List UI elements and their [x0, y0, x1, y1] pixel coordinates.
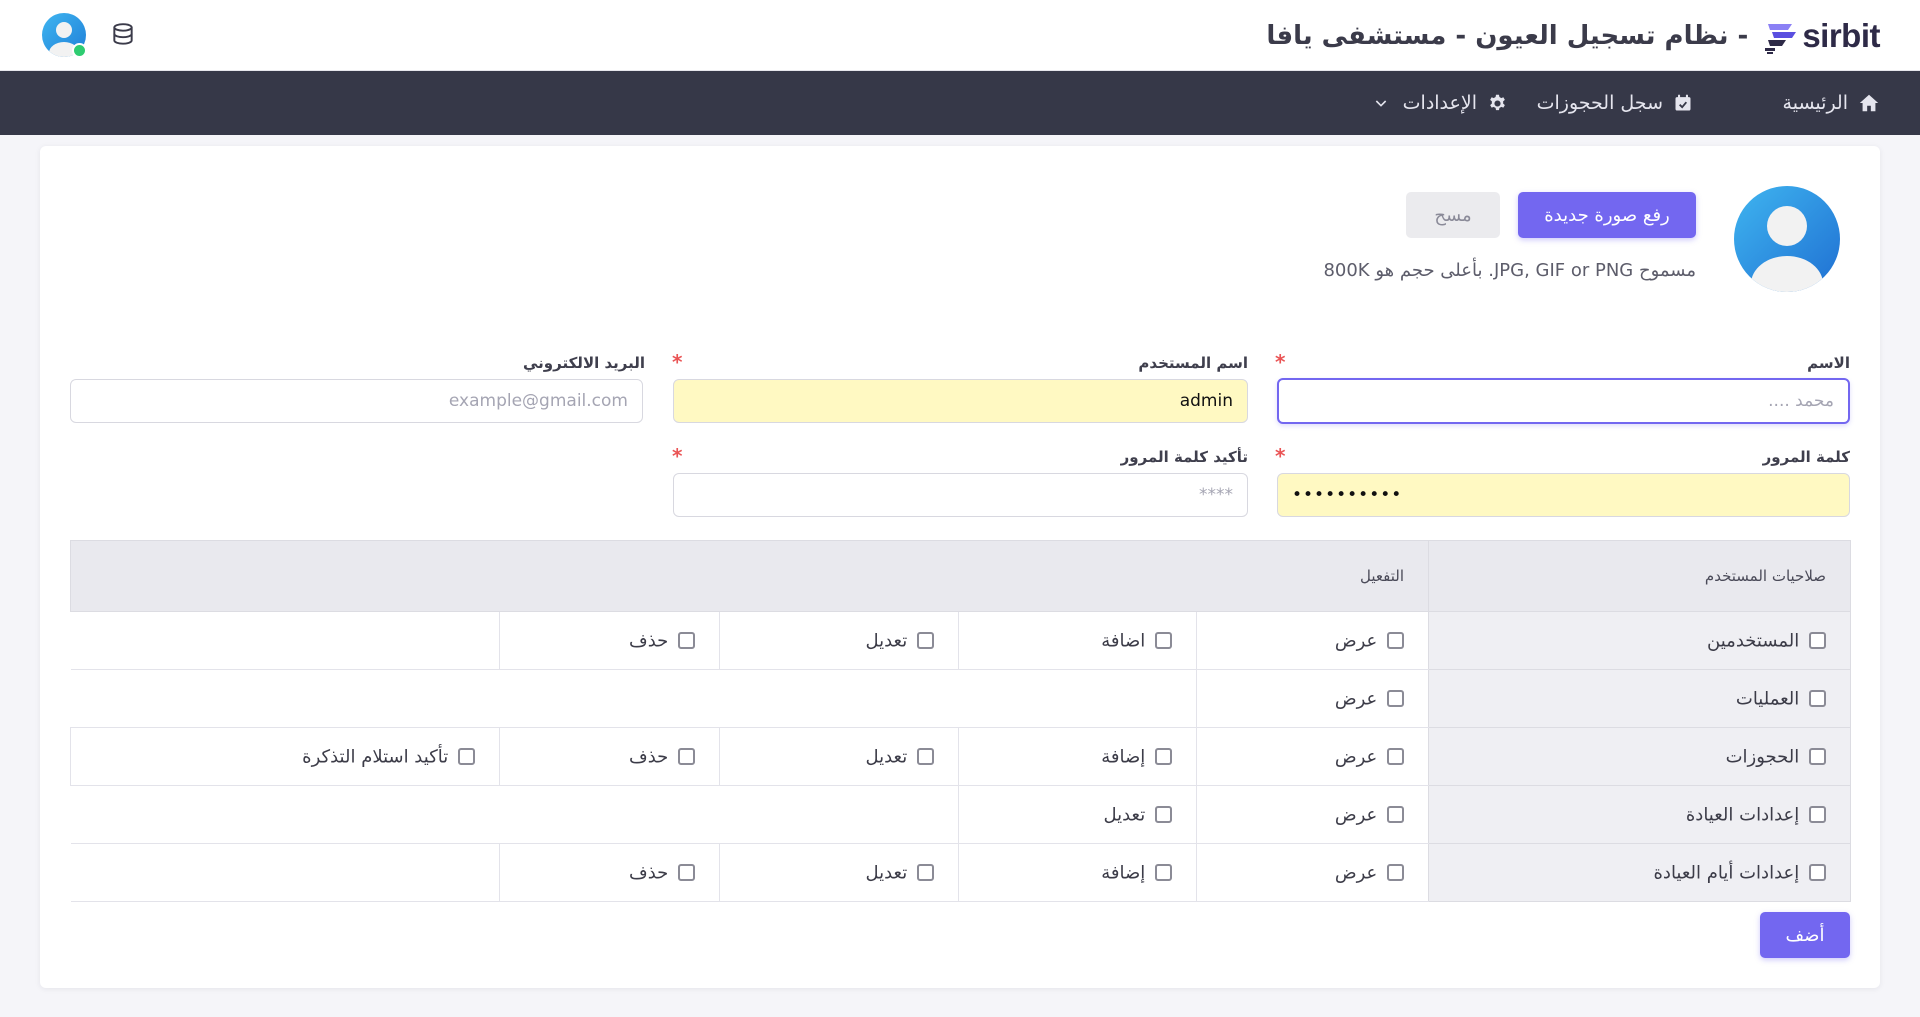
permission-cell: تأكيد استلام التذكرة [70, 727, 500, 786]
permission-cell: عرض [1195, 785, 1429, 844]
checkbox[interactable] [458, 748, 475, 766]
upload-hint: مسموح JPG, GIF or PNG. بأعلى حجم هو 800K [1323, 260, 1696, 281]
name-required-mark: * [1275, 350, 1286, 374]
permission-row-header: الحجوزات [1428, 727, 1852, 786]
checkbox[interactable] [1809, 690, 1827, 708]
permission-cell: عرض [1195, 669, 1429, 728]
permission-row-header: المستخدمين [1428, 611, 1852, 670]
checkbox[interactable] [1387, 806, 1405, 824]
table-row: حذف تعديل إضافة عرض إعدادات أيام العيادة [70, 843, 1852, 902]
permission-cell: عرض [1195, 611, 1429, 670]
nav-bookings-label: سجل الحجوزات [1536, 92, 1663, 114]
brand: sirbit - نظام تسجيل العيون - مستشفى يافا [1266, 14, 1880, 58]
permissions-header: صلاحيات المستخدم [1428, 540, 1852, 612]
permission-cell: عرض [1195, 727, 1429, 786]
checkbox[interactable] [917, 748, 934, 766]
checkbox[interactable] [917, 864, 934, 882]
gear-icon [1490, 94, 1505, 110]
sirbit-logo-icon [1765, 24, 1797, 54]
checkbox[interactable] [678, 748, 695, 766]
checkbox[interactable] [1387, 864, 1405, 882]
reset-photo-button[interactable]: مسح [1406, 192, 1500, 238]
permission-cell: حذف [499, 611, 720, 670]
checkbox[interactable] [678, 632, 695, 650]
empty-cell [70, 669, 1197, 728]
password-label: كلمة المرور [1762, 448, 1850, 466]
checkbox[interactable] [1155, 864, 1172, 882]
password-required-mark: * [1275, 444, 1286, 468]
username-input[interactable] [673, 379, 1248, 423]
database-icon[interactable] [110, 22, 136, 48]
confirm-password-required-mark: * [672, 444, 683, 468]
username-required-mark: * [672, 350, 683, 374]
permission-cell: إضافة [958, 727, 1197, 786]
checkbox[interactable] [1155, 632, 1172, 650]
add-user-button[interactable]: أضف [1760, 912, 1850, 958]
table-row: تأكيد استلام التذكرة حذف تعديل إضافة عرض… [70, 727, 1852, 786]
permission-cell: حذف [499, 727, 720, 786]
profile-avatar-icon [1734, 186, 1840, 292]
nav-bookings[interactable]: سجل الحجوزات [1537, 71, 1693, 135]
permission-cell: تعديل [958, 785, 1197, 844]
name-input[interactable] [1277, 378, 1850, 424]
nav-settings[interactable]: الإعدادات [1373, 71, 1508, 135]
checkbox[interactable] [1387, 690, 1405, 708]
brand-name: sirbit [1802, 17, 1880, 54]
permission-row-header: إعدادات أيام العيادة [1428, 843, 1852, 902]
checkbox[interactable] [1809, 864, 1827, 882]
permission-cell: تعديل [719, 611, 959, 670]
permission-row-header: العمليات [1428, 669, 1852, 728]
permissions-table: التفعيل صلاحيات المستخدم حذف تعديل اضافة… [69, 540, 1852, 902]
password-input[interactable] [1277, 473, 1850, 517]
permission-cell: تعديل [719, 843, 959, 902]
confirm-password-label: تأكيد كلمة المرور [1120, 448, 1248, 466]
nav-home-label: الرئيسية [1782, 92, 1848, 114]
upload-photo-button[interactable]: رفع صورة جديدة [1518, 192, 1696, 238]
confirm-password-input[interactable] [673, 473, 1248, 517]
email-input[interactable] [70, 379, 643, 423]
email-label: البريد الالكتروني [523, 354, 645, 372]
empty-cell [70, 843, 500, 902]
permission-cell: حذف [499, 843, 720, 902]
checkbox[interactable] [678, 864, 695, 882]
permission-cell: تعديل [719, 727, 959, 786]
permission-cell: اضافة [958, 611, 1197, 670]
calendar-check-icon [1675, 94, 1691, 111]
permission-cell: إضافة [958, 843, 1197, 902]
empty-cell [70, 611, 500, 670]
table-row: عرض العمليات [70, 669, 1852, 728]
user-avatar[interactable] [42, 13, 87, 58]
checkbox[interactable] [1809, 806, 1827, 824]
checkbox[interactable] [1387, 748, 1405, 766]
table-row: حذف تعديل اضافة عرض المستخدمين [70, 611, 1852, 670]
checkbox[interactable] [1155, 806, 1172, 824]
brand-logo[interactable]: sirbit [1762, 16, 1880, 56]
checkbox[interactable] [917, 632, 934, 650]
profile-avatar [1734, 186, 1840, 292]
checkbox[interactable] [1387, 632, 1405, 650]
activation-header: التفعيل [69, 540, 1430, 612]
empty-cell [70, 785, 959, 844]
top-bar: sirbit - نظام تسجيل العيون - مستشفى يافا [0, 0, 1920, 71]
name-label: الاسم [1807, 354, 1850, 372]
user-form-card: رفع صورة جديدة مسح مسموح JPG, GIF or PNG… [40, 146, 1880, 988]
home-icon [1859, 94, 1879, 112]
nav-settings-label: الإعدادات [1402, 92, 1477, 114]
main-nav: الرئيسية سجل الحجوزات الإعدادات [0, 71, 1920, 135]
permission-cell: عرض [1195, 843, 1429, 902]
nav-home[interactable]: الرئيسية [1783, 71, 1880, 135]
permission-row-header: إعدادات العيادة [1428, 785, 1852, 844]
online-status-dot [72, 43, 87, 58]
checkbox[interactable] [1809, 748, 1827, 766]
table-row: تعديل عرض إعدادات العيادة [70, 785, 1852, 844]
page-title: - نظام تسجيل العيون - مستشفى يافا [1266, 21, 1749, 51]
chevron-down-icon [1375, 100, 1386, 107]
checkbox[interactable] [1155, 748, 1172, 766]
checkbox[interactable] [1809, 632, 1827, 650]
username-label: اسم المستخدم [1138, 354, 1248, 372]
permissions-header-row: التفعيل صلاحيات المستخدم [69, 540, 1852, 612]
